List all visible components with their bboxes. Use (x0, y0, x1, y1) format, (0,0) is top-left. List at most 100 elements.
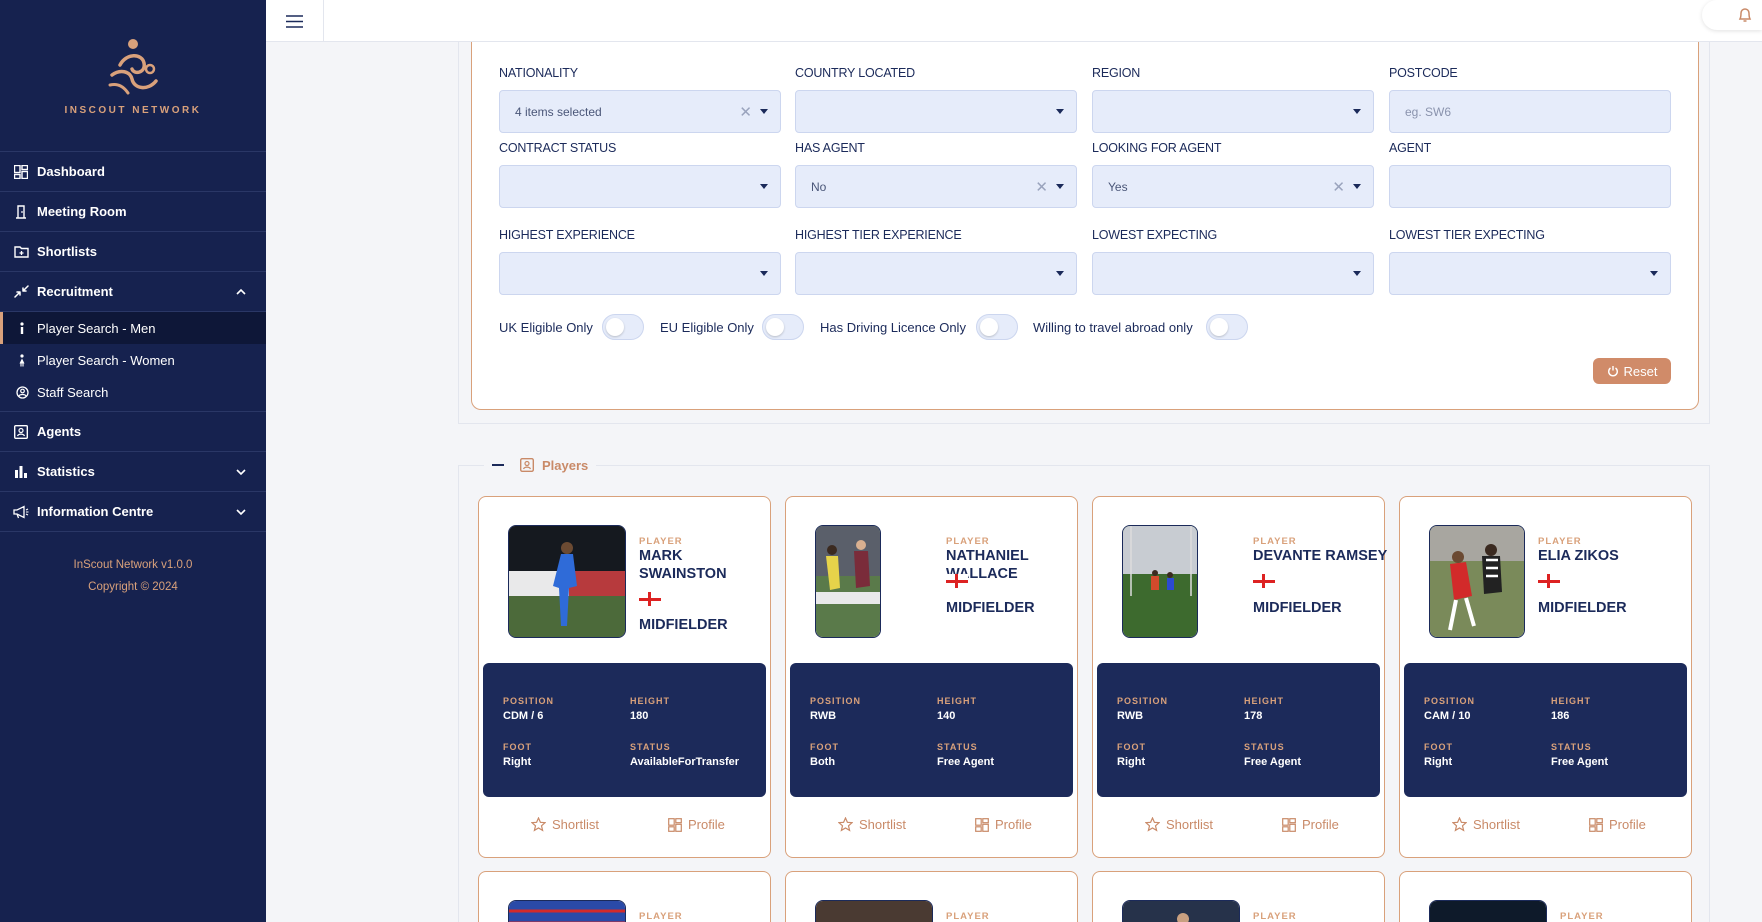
nationality-select[interactable]: 4 items selected ✕ (499, 90, 781, 133)
sidebar-item-meeting-room[interactable]: Meeting Room (0, 192, 266, 232)
clear-icon[interactable]: ✕ (1035, 178, 1048, 196)
highest-experience-label: HIGHEST EXPERIENCE (499, 228, 635, 242)
caret-down-icon (1056, 109, 1064, 114)
status-label: STATUS (937, 742, 978, 752)
sidebar-item-dashboard[interactable]: Dashboard (0, 152, 266, 192)
lowest-tier-expecting-select[interactable] (1389, 252, 1671, 295)
player-card-partial: PLAYER (1092, 871, 1385, 922)
england-flag-icon (639, 592, 661, 606)
shortlist-button[interactable]: Shortlist (531, 817, 599, 832)
shortlist-label: Shortlist (1473, 817, 1520, 832)
clear-icon[interactable]: ✕ (739, 103, 752, 121)
sidebar-item-recruitment[interactable]: Recruitment (0, 272, 266, 312)
brand-name: INSCOUT NETWORK (64, 105, 202, 116)
status-value: Free Agent (1551, 756, 1609, 768)
player-photo[interactable] (815, 525, 881, 638)
height-value: 178 (1244, 710, 1263, 722)
card-actions: Shortlist Profile (786, 817, 1077, 839)
has-agent-select[interactable]: No ✕ (795, 165, 1077, 208)
profile-button[interactable]: Profile (668, 817, 725, 832)
chevron-up-icon (236, 288, 246, 295)
player-photo[interactable] (1429, 525, 1525, 638)
reset-button[interactable]: Reset (1593, 358, 1671, 384)
profile-label: Profile (995, 817, 1032, 832)
profile-button[interactable]: Profile (1589, 817, 1646, 832)
country-located-select[interactable] (795, 90, 1077, 133)
height-value: 186 (1551, 710, 1570, 722)
player-stats-panel: POSITION RWB HEIGHT 140 FOOT Both STATUS… (790, 663, 1073, 797)
sidebar-subitem-label: Staff Search (37, 384, 109, 400)
sidebar-item-label: Statistics (37, 464, 95, 479)
region-select[interactable] (1092, 90, 1374, 133)
id-badge-icon (520, 458, 534, 472)
logo-icon (108, 39, 158, 95)
player-name[interactable]: ELIA ZIKOS (1538, 547, 1678, 565)
lowest-expecting-select[interactable] (1092, 252, 1374, 295)
nationality-value: 4 items selected (515, 104, 602, 119)
highest-experience-select[interactable] (499, 252, 781, 295)
eu-eligible-toggle[interactable] (762, 314, 804, 340)
players-section-header[interactable]: Players (484, 455, 597, 475)
caret-down-icon (1353, 184, 1361, 189)
profile-button[interactable]: Profile (1282, 817, 1339, 832)
menu-toggle-button[interactable] (266, 0, 324, 42)
player-photo[interactable] (1122, 525, 1198, 638)
sidebar-subitem-staff-search[interactable]: Staff Search (0, 376, 266, 408)
caret-down-icon (1650, 271, 1658, 276)
brand-logo[interactable]: INSCOUT NETWORK (0, 0, 266, 152)
caret-down-icon (1056, 184, 1064, 189)
player-photo[interactable] (508, 525, 626, 638)
player-photo[interactable] (1429, 900, 1547, 922)
sidebar-item-shortlists[interactable]: Shortlists (0, 232, 266, 272)
uk-eligible-toggle[interactable] (602, 314, 644, 340)
postcode-input[interactable]: eg. SW6 (1389, 90, 1671, 133)
card-actions: Shortlist Profile (1093, 817, 1384, 839)
contract-status-select[interactable] (499, 165, 781, 208)
player-photo[interactable] (508, 900, 626, 922)
position-value: RWB (1117, 710, 1144, 722)
profile-label: Profile (688, 817, 725, 832)
shortlist-button[interactable]: Shortlist (1452, 817, 1520, 832)
foot-value: Right (1424, 756, 1453, 768)
looking-for-agent-select[interactable]: Yes ✕ (1092, 165, 1374, 208)
profile-button[interactable]: Profile (975, 817, 1032, 832)
caret-down-icon (1353, 109, 1361, 114)
height-value: 180 (630, 710, 649, 722)
sidebar-subitem-player-search-men[interactable]: Player Search - Men (0, 312, 266, 344)
highest-tier-experience-select[interactable] (795, 252, 1077, 295)
sidebar-subitem-player-search-women[interactable]: Player Search - Women (0, 344, 266, 376)
player-photo[interactable] (1122, 900, 1240, 922)
shortlist-label: Shortlist (859, 817, 906, 832)
sidebar-item-information-centre[interactable]: Information Centre (0, 492, 266, 532)
agent-input[interactable] (1389, 165, 1671, 208)
reset-label: Reset (1623, 363, 1658, 379)
collapse-icon[interactable] (492, 464, 504, 466)
height-label: HEIGHT (937, 696, 978, 706)
position-label: POSITION (1117, 696, 1169, 706)
player-stats-panel: POSITION CAM / 10 HEIGHT 186 FOOT Right … (1404, 663, 1687, 797)
region-label: REGION (1092, 66, 1141, 80)
shortlist-button[interactable]: Shortlist (838, 817, 906, 832)
recruitment-submenu: Player Search - Men Player Search - Wome… (0, 312, 266, 412)
sidebar-item-agents[interactable]: Agents (0, 412, 266, 452)
travel-abroad-label: Willing to travel abroad only (1033, 320, 1193, 335)
notifications-button[interactable] (1702, 0, 1762, 30)
sidebar-subitem-label: Player Search - Men (37, 320, 156, 336)
profile-grid-icon (1282, 817, 1296, 832)
sidebar-item-label: Meeting Room (37, 204, 127, 219)
player-type-label: PLAYER (946, 911, 990, 922)
position-value: RWB (810, 710, 837, 722)
sidebar-item-label: Shortlists (37, 244, 97, 259)
driving-licence-label: Has Driving Licence Only (820, 320, 966, 335)
position-value: CDM / 6 (503, 710, 544, 722)
sidebar-item-statistics[interactable]: Statistics (0, 452, 266, 492)
top-bar (266, 0, 1762, 42)
player-name[interactable]: MARK SWAINSTON (639, 547, 759, 583)
shortlist-button[interactable]: Shortlist (1145, 817, 1213, 832)
driving-licence-toggle[interactable] (976, 314, 1018, 340)
travel-abroad-toggle[interactable] (1206, 314, 1248, 340)
player-name[interactable]: DEVANTE RAMSEY (1253, 547, 1393, 565)
player-card: PLAYER DEVANTE RAMSEY MIDFIELDER POSITIO… (1092, 496, 1387, 858)
clear-icon[interactable]: ✕ (1332, 178, 1345, 196)
player-photo[interactable] (815, 900, 933, 922)
